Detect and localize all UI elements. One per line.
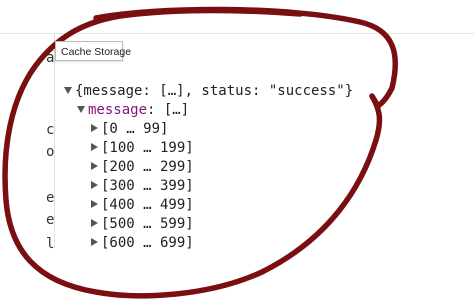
cache-storage-tooltip: Cache Storage [55,41,131,61]
